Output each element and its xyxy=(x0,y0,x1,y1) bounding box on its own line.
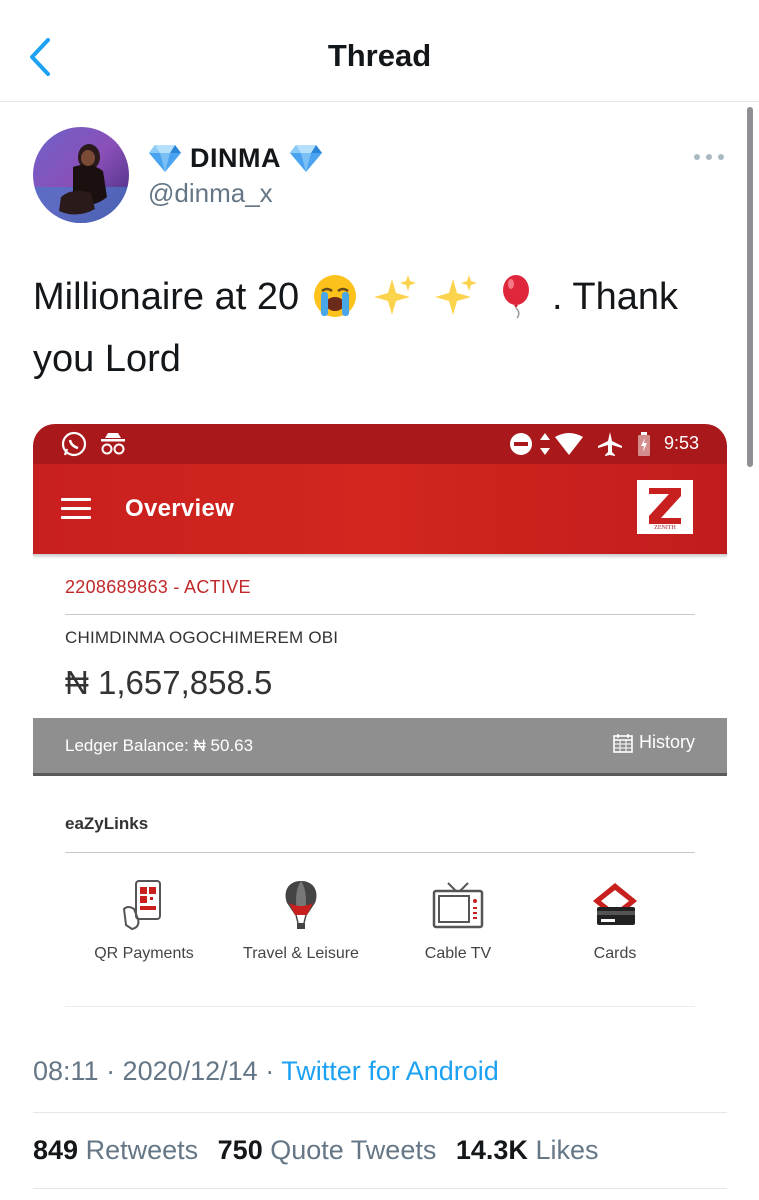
sparkles-icon xyxy=(374,274,417,315)
sparkles-icon xyxy=(434,274,477,315)
divider xyxy=(65,1006,695,1007)
divider xyxy=(33,1112,727,1113)
divider xyxy=(65,614,695,615)
calendar-icon xyxy=(613,733,633,753)
user-handle[interactable]: @dinma_x xyxy=(148,178,273,209)
ledger-balance: Ledger Balance: ₦ 50.63 xyxy=(65,736,254,755)
retweets-count: 849 xyxy=(33,1135,79,1165)
quote-tweets-count: 750 xyxy=(217,1135,263,1165)
incognito-icon xyxy=(101,433,125,455)
tv-icon xyxy=(432,882,484,929)
phone-status-bar: 9:53 xyxy=(33,424,727,464)
gem-icon xyxy=(290,145,322,172)
divider xyxy=(65,852,695,853)
history-button[interactable]: History xyxy=(613,732,695,753)
app-title: Overview xyxy=(125,495,235,522)
avatar-photo xyxy=(33,127,129,223)
quick-link-cards[interactable]: Cards xyxy=(540,879,690,963)
tweet-source-link[interactable]: Twitter for Android xyxy=(281,1056,499,1086)
zenith-logo-text: ZENITH xyxy=(654,525,676,531)
loudly-crying-face-icon xyxy=(313,274,356,317)
status-time: 9:53 xyxy=(663,433,699,453)
tweet-media-image[interactable]: 9:53 Overview ZENITH 2208689863 - ACTIVE… xyxy=(33,424,727,1008)
do-not-disturb-icon xyxy=(510,433,532,455)
data-arrows-icon xyxy=(540,433,550,455)
retweets-stat[interactable]: 849 Retweets xyxy=(33,1135,206,1165)
history-label: History xyxy=(638,732,695,752)
quick-link-label: QR Payments xyxy=(94,945,194,962)
page-title: Thread xyxy=(327,38,432,73)
hot-air-balloon-icon xyxy=(285,881,317,929)
quick-link-cable-tv[interactable]: Cable TV xyxy=(383,879,533,963)
ledger-balance-bar: Ledger Balance: ₦ 50.63 History xyxy=(33,718,727,776)
tweet-timestamp-line: 08:11 · 2020/12/14 · Twitter for Android xyxy=(33,1056,499,1087)
user-name-row[interactable]: DINMA xyxy=(148,140,323,176)
top-navigation-bar: Thread xyxy=(0,0,759,102)
retweets-label: Retweets xyxy=(85,1135,199,1165)
quick-link-label: Cable TV xyxy=(424,945,492,962)
avatar[interactable] xyxy=(33,127,129,223)
quick-link-label: Travel & Leisure xyxy=(243,945,359,962)
airplane-icon xyxy=(598,432,622,456)
likes-stat[interactable]: 14.3K Likes xyxy=(456,1135,599,1165)
app-header: Overview ZENITH xyxy=(33,464,727,559)
wifi-icon xyxy=(555,433,583,455)
account-balance: ₦ 1,657,858.5 xyxy=(65,664,273,701)
cards-icon xyxy=(593,883,637,925)
quote-tweets-stat[interactable]: 750 Quote Tweets xyxy=(218,1135,444,1165)
quick-link-travel-leisure[interactable]: Travel & Leisure xyxy=(226,879,376,963)
whatsapp-icon xyxy=(61,431,87,457)
scrollbar[interactable] xyxy=(747,107,753,467)
eazylinks-title: eaZyLinks xyxy=(65,814,149,833)
tweet-text: Millionaire at 20 . Thank you Lord xyxy=(33,266,723,390)
quick-link-label: Cards xyxy=(593,945,637,962)
tweet-timestamp: 08:11 · 2020/12/14 · xyxy=(33,1056,282,1086)
account-name: CHIMDINMA OGOCHIMEREM OBI xyxy=(65,628,339,647)
likes-count: 14.3K xyxy=(455,1135,528,1165)
tweet-stats: 849 Retweets 750 Quote Tweets 14.3K Like… xyxy=(33,1135,610,1166)
zenith-logo: ZENITH xyxy=(637,480,693,534)
qr-phone-icon xyxy=(122,880,161,931)
battery-charging-icon xyxy=(638,432,650,456)
likes-label: Likes xyxy=(535,1135,599,1165)
balloon-icon xyxy=(503,274,530,319)
ellipsis-icon xyxy=(694,154,724,160)
gem-icon xyxy=(149,145,181,172)
more-options-button[interactable] xyxy=(692,148,726,166)
tweet-text-main: Millionaire at 20 xyxy=(33,276,300,318)
divider xyxy=(33,1188,727,1189)
quick-link-qr-payments[interactable]: QR Payments xyxy=(69,879,219,963)
hamburger-menu-icon[interactable] xyxy=(61,498,91,520)
account-number: 2208689863 - ACTIVE xyxy=(65,577,251,597)
quote-tweets-label: Quote Tweets xyxy=(270,1135,437,1165)
display-name: DINMA xyxy=(190,142,281,173)
